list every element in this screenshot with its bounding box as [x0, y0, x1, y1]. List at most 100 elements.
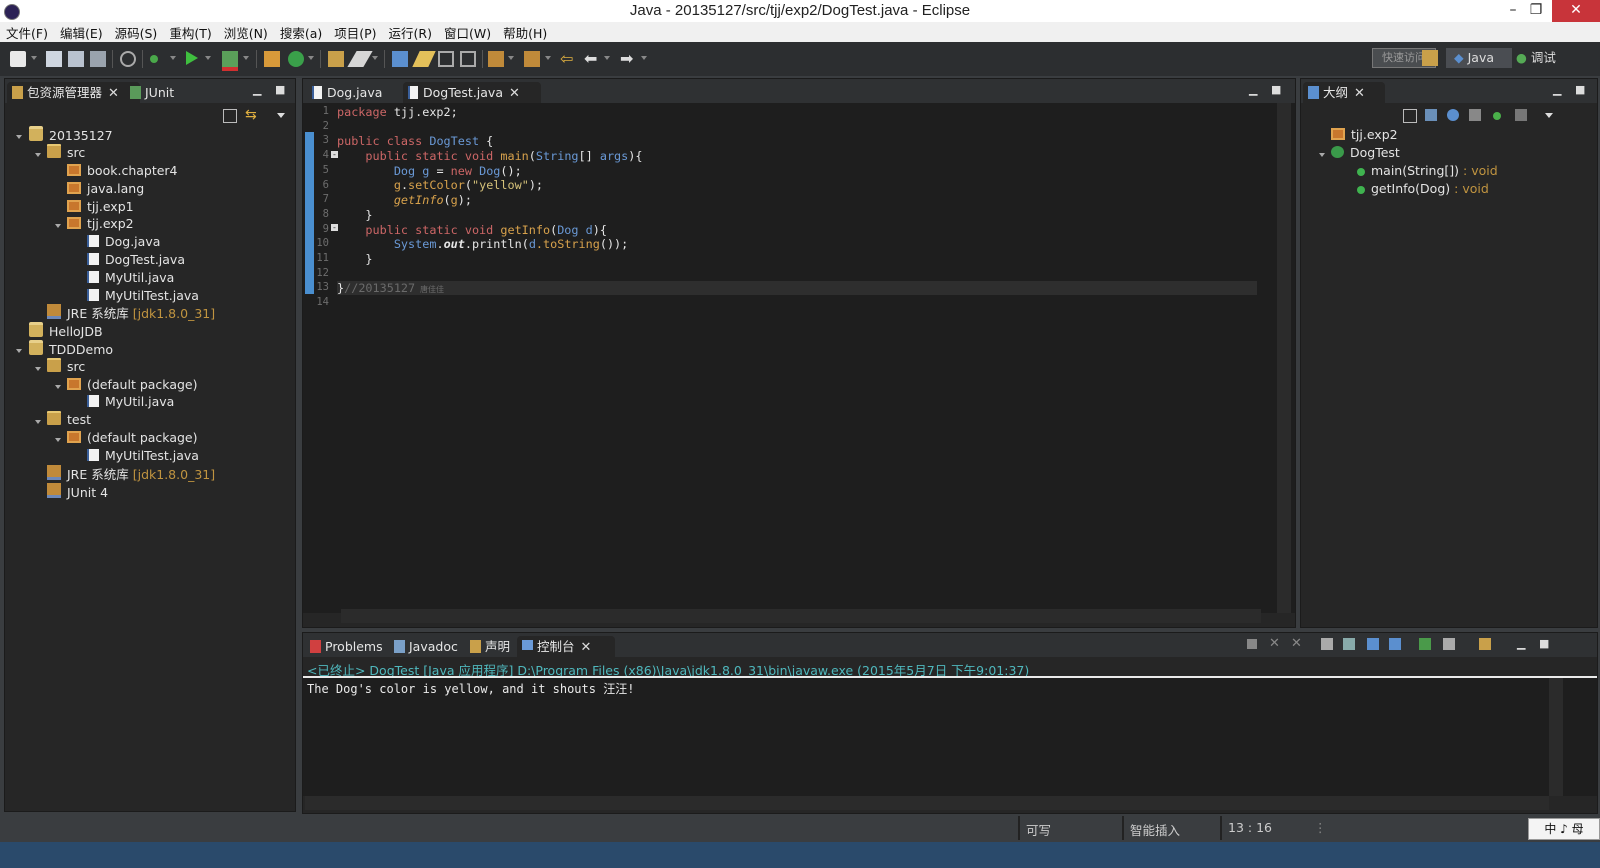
- toggle-mark-occurrences-icon[interactable]: [392, 51, 408, 67]
- tree-item-package[interactable]: (default package): [67, 429, 197, 447]
- hide-static-icon[interactable]: [1469, 109, 1481, 121]
- link-with-editor-icon[interactable]: ⇆: [245, 107, 257, 123]
- show-console-on-output-icon[interactable]: [1389, 638, 1401, 650]
- hide-local-types-icon[interactable]: [1515, 109, 1527, 121]
- open-perspective-icon[interactable]: [1422, 50, 1438, 66]
- close-window-button[interactable]: ✕: [1552, 0, 1600, 22]
- outline-item-class[interactable]: DogTest: [1331, 144, 1400, 162]
- back-icon[interactable]: ⬅: [584, 51, 600, 67]
- scroll-lock-icon[interactable]: [1343, 638, 1355, 650]
- tree-item-project[interactable]: 20135127: [29, 126, 113, 144]
- tab-outline[interactable]: 大纲 ✕: [1303, 82, 1385, 103]
- minimize-icon[interactable]: ▁: [253, 83, 261, 96]
- java-perspective-button[interactable]: ◆ Java: [1446, 48, 1512, 68]
- toggle-highlight-icon[interactable]: [412, 51, 436, 67]
- menu-source[interactable]: 源码(S): [109, 23, 164, 42]
- tree-item-package[interactable]: tjj.exp1: [67, 198, 134, 216]
- menu-project[interactable]: 项目(P): [328, 23, 382, 42]
- restore-window-button[interactable]: ❐: [1520, 0, 1552, 22]
- tree-item-folder[interactable]: src: [47, 144, 85, 162]
- minimize-icon[interactable]: ▁: [1517, 637, 1525, 650]
- open-console-icon[interactable]: [1479, 638, 1491, 650]
- clear-console-icon[interactable]: [1321, 638, 1333, 650]
- tree-item-folder[interactable]: src: [47, 358, 85, 376]
- menu-window[interactable]: 窗口(W): [438, 23, 497, 42]
- new-icon[interactable]: [10, 51, 26, 67]
- tree-item-file[interactable]: Dog.java: [87, 233, 160, 251]
- outline-item-package[interactable]: tjj.exp2: [1331, 126, 1398, 144]
- block-selection-icon[interactable]: [460, 51, 476, 67]
- next-annotation-icon[interactable]: [488, 51, 504, 67]
- console-horizontal-scrollbar[interactable]: [305, 796, 1549, 810]
- skip-breakpoints-icon[interactable]: [120, 51, 136, 67]
- console-vertical-scrollbar[interactable]: [1549, 678, 1563, 796]
- tree-item-package[interactable]: book.chapter4: [67, 162, 178, 180]
- print-icon[interactable]: [90, 51, 106, 67]
- tab-dog-java[interactable]: Dog.java: [307, 82, 411, 103]
- tree-item-file[interactable]: MyUtilTest.java: [87, 447, 199, 465]
- menu-run[interactable]: 运行(R): [383, 23, 438, 42]
- tree-item-package[interactable]: java.lang: [67, 180, 144, 198]
- tree-item-file[interactable]: MyUtil.java: [87, 393, 174, 411]
- expand-icon[interactable]: [16, 135, 22, 139]
- tree-item-package[interactable]: (default package): [67, 376, 197, 394]
- expand-icon[interactable]: [55, 385, 61, 389]
- hide-fields-icon[interactable]: [1447, 109, 1459, 121]
- code-text[interactable]: package tjj.exp2; public class DogTest {…: [337, 105, 1277, 311]
- hide-nonpublic-icon[interactable]: [1493, 112, 1501, 120]
- expand-icon[interactable]: [55, 224, 61, 228]
- new-java-project-icon[interactable]: [264, 51, 280, 67]
- forward-icon[interactable]: ➡: [620, 51, 636, 67]
- tree-item-package[interactable]: tjj.exp2: [67, 215, 134, 233]
- expand-icon[interactable]: [55, 438, 61, 442]
- tree-item-library[interactable]: JRE 系统库 [jdk1.8.0_31]: [47, 465, 215, 483]
- expand-icon[interactable]: [35, 420, 41, 424]
- expand-icon[interactable]: [1319, 153, 1325, 157]
- editor-horizontal-scrollbar[interactable]: [341, 609, 1261, 623]
- tab-junit[interactable]: JUnit: [125, 82, 205, 103]
- search-icon[interactable]: [347, 51, 373, 67]
- menu-navigate[interactable]: 浏览(N): [218, 23, 274, 42]
- pin-console-icon[interactable]: [1419, 638, 1431, 650]
- code-area[interactable]: 1 2 3 4 5 6 7 8 9 10 11 12 13 14 - - pac…: [303, 103, 1295, 613]
- expand-icon[interactable]: [35, 367, 41, 371]
- maximize-icon[interactable]: ■: [1539, 637, 1549, 650]
- menu-file[interactable]: 文件(F): [0, 23, 54, 42]
- maximize-icon[interactable]: ■: [275, 83, 285, 96]
- external-tools-icon[interactable]: [222, 51, 238, 71]
- remove-all-terminated-icon[interactable]: ✕: [1291, 636, 1302, 651]
- save-all-icon[interactable]: [68, 51, 84, 67]
- ime-indicator[interactable]: 中 ♪ ⺟: [1528, 818, 1600, 840]
- maximize-icon[interactable]: ■: [1575, 83, 1585, 96]
- previous-annotation-icon[interactable]: [524, 51, 540, 67]
- tree-item-file[interactable]: MyUtil.java: [87, 269, 174, 287]
- view-menu-icon[interactable]: [1545, 113, 1553, 118]
- view-menu-icon[interactable]: [277, 113, 285, 118]
- menu-search[interactable]: 搜索(a): [274, 23, 328, 42]
- minimize-icon[interactable]: ▁: [1249, 83, 1257, 96]
- outline-item-method[interactable]: getInfo(Dog) : void: [1357, 180, 1489, 198]
- tab-dogtest-java[interactable]: DogTest.java ✕: [403, 82, 541, 103]
- remove-launch-icon[interactable]: ✕: [1269, 636, 1280, 651]
- debug-icon[interactable]: [150, 55, 158, 63]
- tree-item-library[interactable]: JRE 系统库 [jdk1.8.0_31]: [47, 304, 215, 322]
- tab-console[interactable]: 控制台 ✕: [517, 636, 615, 657]
- save-icon[interactable]: [46, 51, 62, 67]
- tab-package-explorer[interactable]: 包资源管理器 ✕: [7, 82, 140, 103]
- close-icon[interactable]: ✕: [581, 637, 592, 658]
- sort-icon[interactable]: [1425, 109, 1437, 121]
- maximize-icon[interactable]: ■: [1271, 83, 1281, 96]
- tree-item-project[interactable]: TDDDemo: [29, 340, 113, 358]
- tree-item-file[interactable]: MyUtilTest.java: [87, 287, 199, 305]
- terminate-icon[interactable]: [1247, 639, 1257, 649]
- menu-refactor[interactable]: 重构(T): [163, 23, 217, 42]
- new-class-icon[interactable]: [288, 51, 304, 67]
- console-output-area[interactable]: The Dog's color is yellow, and it shouts…: [303, 678, 1597, 796]
- close-icon[interactable]: ✕: [108, 83, 119, 104]
- outline-item-method[interactable]: main(String[]) : void: [1357, 162, 1498, 180]
- expand-icon[interactable]: [35, 153, 41, 157]
- collapse-all-icon[interactable]: [223, 109, 237, 123]
- close-icon[interactable]: ✕: [509, 83, 520, 104]
- tree-item-file[interactable]: DogTest.java: [87, 251, 185, 269]
- display-selected-console-icon[interactable]: [1443, 638, 1455, 650]
